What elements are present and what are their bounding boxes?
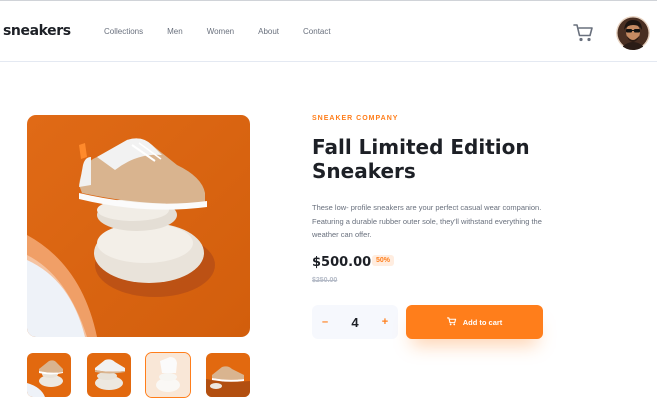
nav-item-men[interactable]: Men (167, 27, 183, 36)
company-label: SNEAKER COMPANY (312, 115, 399, 122)
product-main-image[interactable] (27, 115, 250, 337)
quantity-increase-button[interactable]: + (374, 305, 396, 339)
cart-icon (446, 316, 457, 328)
nav-item-about[interactable]: About (258, 27, 279, 36)
add-to-cart-button[interactable]: Add to cart (406, 305, 543, 339)
product-title: Fall Limited Edition Sneakers (312, 135, 530, 183)
product-description: These low- profile sneakers are your per… (312, 203, 542, 239)
current-price: $500.00 (312, 255, 372, 270)
quantity-stepper: – 4 + (312, 305, 398, 339)
thumbnail-3[interactable] (145, 352, 191, 398)
nav-item-women[interactable]: Women (207, 27, 234, 36)
thumbnail-strip (27, 352, 250, 398)
quantity-decrease-button[interactable]: – (314, 305, 336, 339)
thumbnail-1[interactable] (27, 353, 71, 397)
main-nav: Collections Men Women About Contact (104, 27, 355, 36)
nav-item-collections[interactable]: Collections (104, 27, 143, 36)
thumbnail-4[interactable] (206, 353, 250, 397)
add-to-cart-label: Add to cart (462, 317, 503, 327)
thumbnail-2[interactable] (87, 353, 131, 397)
header-divider (0, 61, 657, 62)
nav-item-contact[interactable]: Contact (303, 27, 331, 36)
cart-icon[interactable] (573, 23, 595, 43)
quantity-value[interactable]: 4 (340, 305, 370, 339)
discount-badge: 50% (372, 255, 395, 266)
site-logo[interactable]: sneakers (3, 23, 71, 39)
original-price: $250.00 (312, 277, 338, 284)
site-header: sneakers Collections Men Women About Con… (0, 1, 657, 61)
user-avatar[interactable] (616, 16, 650, 50)
